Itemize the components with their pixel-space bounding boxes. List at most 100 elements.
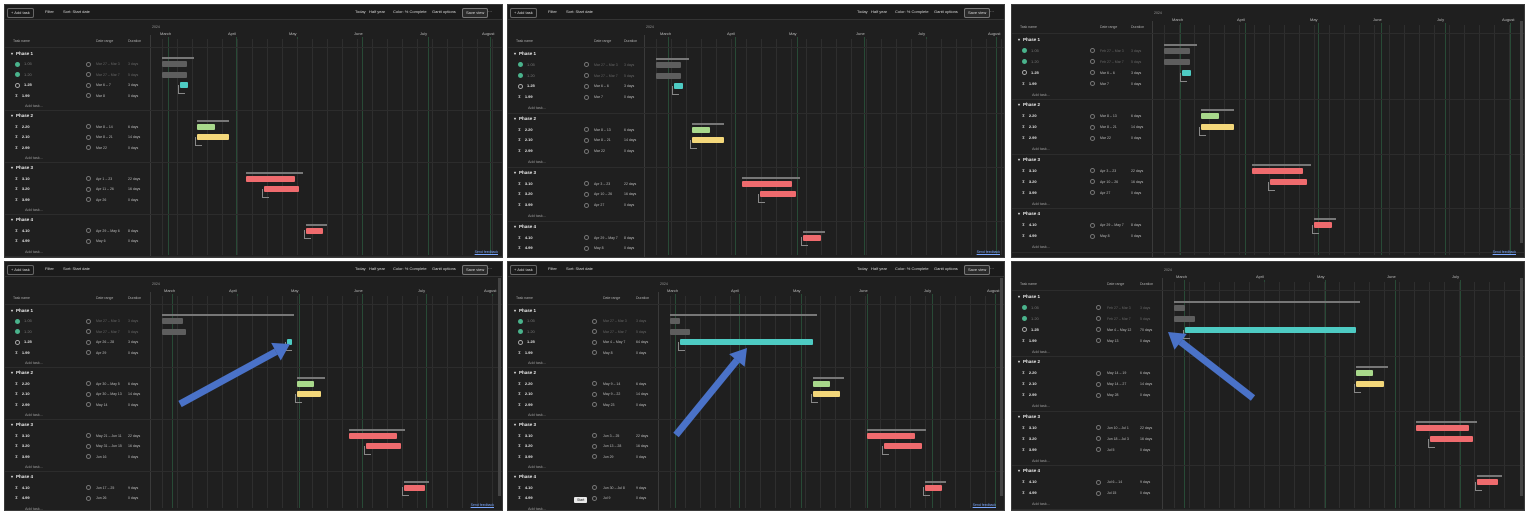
phase-summary-bar[interactable] bbox=[246, 171, 303, 174]
more-button[interactable]: ··· bbox=[990, 265, 994, 273]
assignee-avatar[interactable] bbox=[1096, 447, 1101, 453]
duration-cell[interactable]: 14 days bbox=[1140, 379, 1152, 389]
assignee-avatar[interactable] bbox=[1096, 381, 1101, 387]
add-task-link[interactable]: Add task... bbox=[1032, 90, 1050, 100]
date-range-cell[interactable]: Jul 5 bbox=[1107, 445, 1114, 455]
task-row[interactable]: ⧗ 3.10 bbox=[518, 431, 533, 441]
date-range-cell[interactable]: Mar 4 – May 12 bbox=[1107, 325, 1131, 335]
date-range-cell[interactable]: May 13 bbox=[1107, 336, 1118, 346]
task-name[interactable]: 3.10 bbox=[1029, 168, 1037, 173]
task-row[interactable]: ⧗ 4.10 bbox=[1022, 220, 1037, 230]
duration-cell[interactable]: 0 days bbox=[128, 452, 138, 462]
task-name[interactable]: 3.10 bbox=[22, 176, 30, 181]
date-range-cell[interactable]: Jun 3 – 25 bbox=[603, 431, 619, 441]
add-task-link[interactable]: Add task... bbox=[1032, 144, 1050, 154]
date-range-cell[interactable]: Mar 22 bbox=[594, 146, 605, 156]
date-range-cell[interactable]: Feb 27 – Mar 3 bbox=[1107, 303, 1131, 313]
assignee-avatar[interactable] bbox=[584, 202, 589, 208]
send-feedback-link[interactable]: Send feedback bbox=[977, 250, 1000, 254]
progress-circle-icon[interactable] bbox=[15, 339, 20, 345]
date-range-cell[interactable]: Jun 26 bbox=[96, 493, 107, 503]
assignee-avatar[interactable] bbox=[86, 318, 91, 324]
date-range-cell[interactable]: Mar 8 – 14 bbox=[96, 122, 113, 132]
task-name[interactable]: 3.20 bbox=[525, 191, 533, 196]
task-name[interactable]: 2.20 bbox=[22, 124, 30, 129]
assignee-avatar[interactable] bbox=[1090, 113, 1095, 119]
task-row[interactable]: ⧗ 3.99 bbox=[518, 200, 533, 210]
assignee-avatar[interactable] bbox=[592, 443, 597, 449]
phase-summary-bar[interactable] bbox=[812, 376, 844, 379]
task-name[interactable]: 1.05 bbox=[1031, 48, 1039, 53]
date-range-cell[interactable]: May 14 bbox=[96, 400, 107, 410]
date-range-cell[interactable]: Mar 6 – 7 bbox=[96, 80, 111, 90]
assignee-avatar[interactable] bbox=[1090, 48, 1095, 54]
assignee-avatar[interactable] bbox=[86, 197, 91, 203]
task-row[interactable]: ⧗ 2.99 bbox=[1022, 390, 1037, 400]
date-range-cell[interactable]: Mar 8 – 21 bbox=[96, 132, 113, 142]
task-bar[interactable] bbox=[348, 432, 398, 439]
duration-cell[interactable]: 9 days bbox=[128, 483, 138, 493]
task-row[interactable]: ⧗ 1.99 bbox=[15, 91, 30, 101]
task-name[interactable]: 2.99 bbox=[22, 145, 30, 150]
task-row[interactable]: ⧗ 2.10 bbox=[518, 389, 533, 399]
assignee-avatar[interactable] bbox=[86, 82, 91, 88]
chevron-down-icon[interactable]: ▾ bbox=[514, 116, 516, 121]
task-row[interactable]: 1.20 bbox=[1022, 57, 1039, 67]
task-name[interactable]: 3.20 bbox=[1029, 179, 1037, 184]
assignee-avatar[interactable] bbox=[1090, 59, 1095, 65]
duration-cell[interactable]: 16 days bbox=[636, 441, 648, 451]
assignee-avatar[interactable] bbox=[592, 318, 597, 324]
chevron-down-icon[interactable]: ▾ bbox=[514, 308, 516, 313]
chevron-down-icon[interactable]: ▾ bbox=[514, 224, 516, 229]
task-row[interactable]: ⧗ 2.10 bbox=[15, 132, 30, 142]
add-task-link[interactable]: Add task... bbox=[1032, 456, 1050, 466]
task-row[interactable]: 1.25 bbox=[1022, 68, 1039, 78]
assignee-avatar[interactable] bbox=[1090, 233, 1095, 239]
duration-cell[interactable]: 8 days bbox=[624, 233, 634, 243]
progress-circle-icon[interactable] bbox=[1022, 327, 1027, 333]
duration-cell[interactable]: 6 days bbox=[128, 122, 138, 132]
date-range-cell[interactable]: May 31 – Jun 15 bbox=[96, 441, 122, 451]
duration-cell[interactable]: 5 days bbox=[1140, 314, 1150, 324]
chevron-down-icon[interactable]: ▾ bbox=[514, 51, 516, 56]
sort-button[interactable]: Sort: Start date bbox=[63, 8, 90, 16]
assignee-avatar[interactable] bbox=[592, 381, 597, 387]
assignee-avatar[interactable] bbox=[1096, 425, 1101, 431]
duration-cell[interactable]: 8 days bbox=[1131, 220, 1141, 230]
task-name[interactable]: 3.20 bbox=[22, 443, 30, 448]
task-row[interactable]: ⧗ 2.10 bbox=[1022, 122, 1037, 132]
date-range-cell[interactable]: Mar 27 – Mar 3 bbox=[96, 316, 120, 326]
task-row[interactable]: ⧗ 2.20 bbox=[15, 379, 30, 389]
date-range-cell[interactable]: Mar 27 – Mar 7 bbox=[594, 71, 618, 81]
duration-cell[interactable]: 14 days bbox=[128, 132, 140, 142]
task-row[interactable]: 1.20 bbox=[518, 327, 535, 337]
duration-cell[interactable]: 0 days bbox=[128, 348, 138, 358]
gantt-options-button[interactable]: Gantt options bbox=[934, 8, 958, 16]
table-divider[interactable] bbox=[1152, 21, 1153, 257]
date-range-cell[interactable]: Mar 27 – Mar 3 bbox=[594, 60, 618, 70]
phase-row[interactable]: ▾ Phase 1 bbox=[1018, 35, 1040, 45]
date-range-cell[interactable]: May 23 bbox=[603, 400, 614, 410]
task-bar[interactable] bbox=[1200, 113, 1219, 120]
task-row[interactable]: ⧗ 4.10 bbox=[518, 483, 533, 493]
table-divider[interactable] bbox=[150, 35, 151, 257]
assignee-avatar[interactable] bbox=[1090, 81, 1095, 87]
phase-row[interactable]: ▾ Phase 3 bbox=[1018, 412, 1040, 422]
assignee-avatar[interactable] bbox=[86, 329, 91, 335]
task-row[interactable]: ⧗ 2.20 bbox=[518, 125, 533, 135]
duration-cell[interactable]: 6 days bbox=[1131, 111, 1141, 121]
task-name[interactable]: 2.20 bbox=[1029, 370, 1037, 375]
assignee-avatar[interactable] bbox=[584, 245, 589, 251]
task-row[interactable]: ⧗ 2.10 bbox=[15, 389, 30, 399]
phase-summary-bar[interactable] bbox=[741, 176, 800, 179]
date-range-cell[interactable]: May 21 – Jun 11 bbox=[96, 431, 122, 441]
duration-cell[interactable]: 5 days bbox=[636, 327, 646, 337]
date-range-header[interactable]: Date range bbox=[1107, 282, 1124, 286]
task-bar[interactable] bbox=[691, 126, 710, 133]
duration-cell[interactable]: 14 days bbox=[128, 389, 140, 399]
add-task-link[interactable]: Add task... bbox=[1032, 242, 1050, 252]
task-row[interactable]: ⧗ 3.20 bbox=[518, 189, 533, 199]
assignee-avatar[interactable] bbox=[592, 350, 597, 356]
chevron-down-icon[interactable]: ▾ bbox=[11, 474, 13, 479]
task-row[interactable]: ⧗ 2.99 bbox=[518, 400, 533, 410]
